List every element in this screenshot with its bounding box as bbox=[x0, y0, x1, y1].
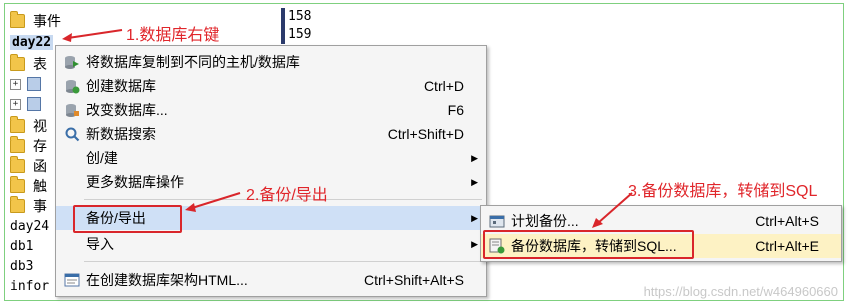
arrow-line bbox=[597, 192, 633, 224]
annotation-step3: 3.备份数据库，转储到SQL bbox=[628, 183, 818, 200]
arrow-line bbox=[191, 192, 241, 209]
arrow-head bbox=[185, 203, 196, 212]
annotation-step2: 2.备份/导出 bbox=[246, 187, 328, 204]
arrow-head bbox=[62, 33, 72, 42]
arrow-line bbox=[67, 29, 123, 39]
annotation-step1: 1.数据库右键 bbox=[126, 27, 220, 44]
watermark: https://blog.csdn.net/w464960660 bbox=[643, 284, 838, 299]
annotation-arrows bbox=[62, 29, 633, 228]
